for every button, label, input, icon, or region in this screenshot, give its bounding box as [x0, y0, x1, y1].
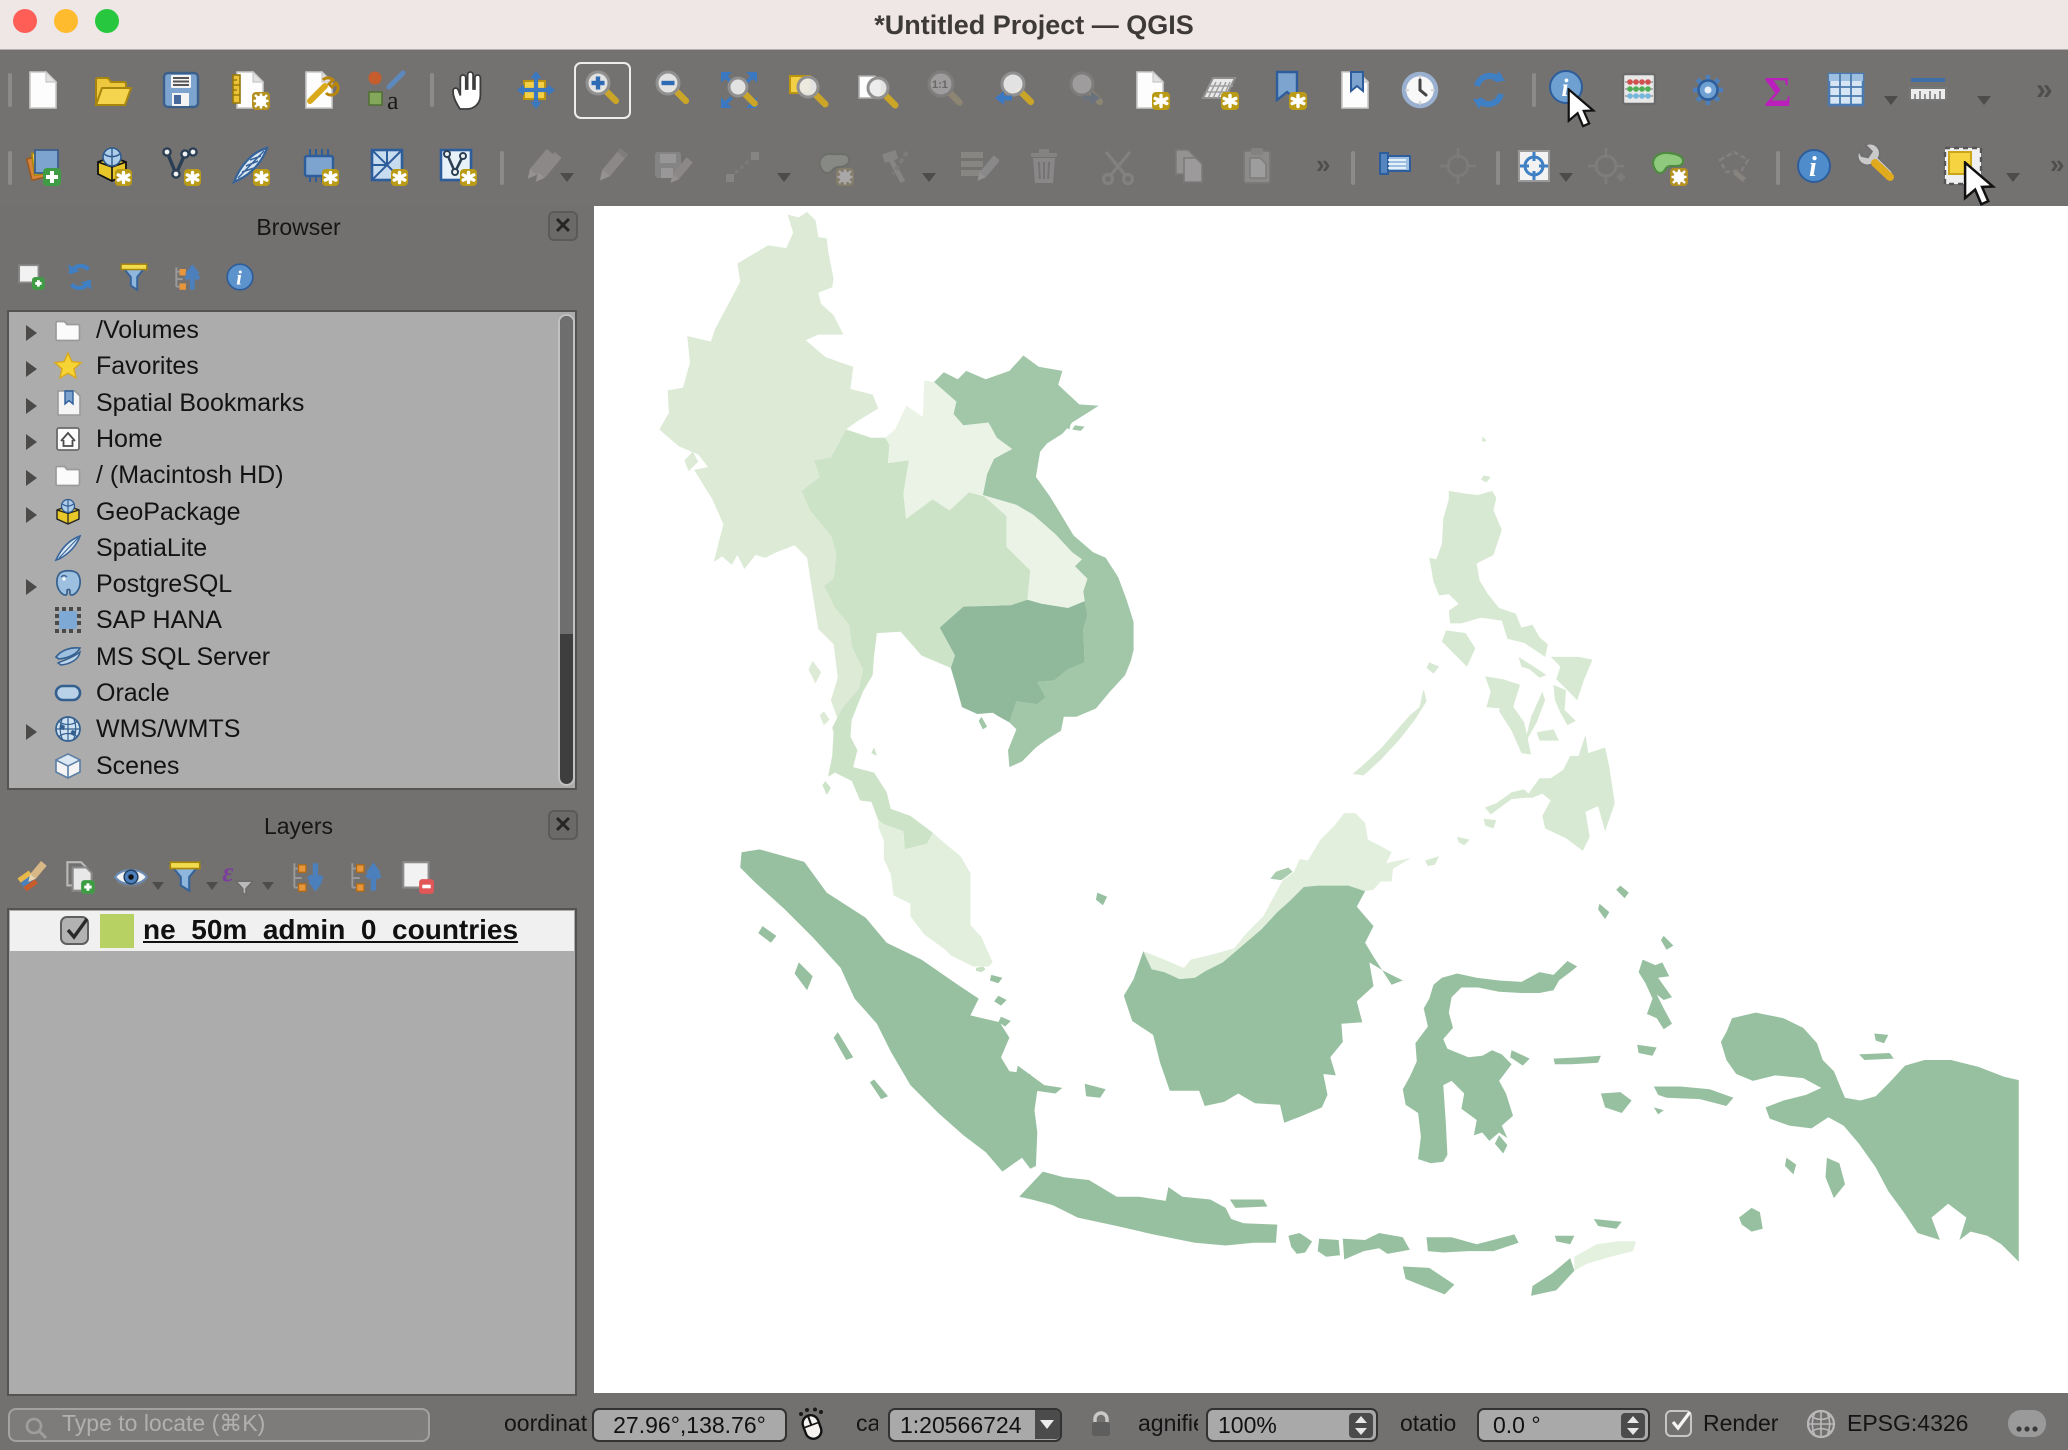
svg-text:1:1: 1:1 [932, 79, 948, 91]
svg-text:a: a [387, 86, 399, 112]
svg-text:i: i [1809, 152, 1817, 183]
svg-text:ε: ε [222, 858, 234, 887]
svg-text:i: i [236, 267, 242, 289]
svg-text:Σ: Σ [1764, 70, 1791, 112]
